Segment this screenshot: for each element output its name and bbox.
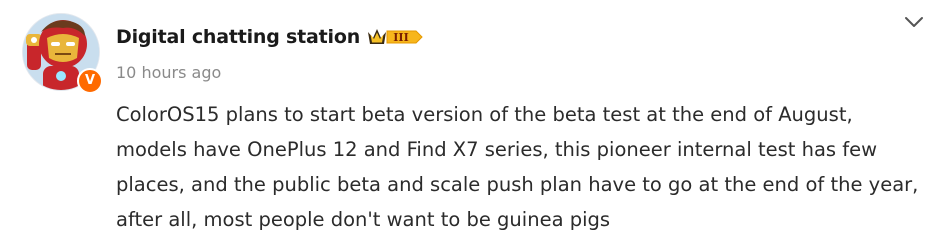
post-content-line: after all, most people don't want to be … xyxy=(116,208,611,231)
post-timestamp: 10 hours ago xyxy=(116,63,222,82)
level-badge: III xyxy=(366,25,424,49)
author-avatar-container[interactable]: V xyxy=(22,13,103,94)
author-name[interactable]: Digital chatting station xyxy=(116,26,360,48)
post-content-line: models have OnePlus 12 and Find X7 serie… xyxy=(116,138,878,161)
post-content: ColorOS15 plans to start beta version of… xyxy=(116,97,936,237)
post-card: V Digital chatting station III 10 hours … xyxy=(0,0,945,248)
chevron-down-icon xyxy=(905,17,923,27)
verified-badge: V xyxy=(77,68,103,94)
post-content-line: ColorOS15 plans to start beta version of… xyxy=(116,103,853,126)
level-badge-label: III xyxy=(393,31,408,44)
more-options-button[interactable] xyxy=(902,10,926,34)
crown-level-icon: III xyxy=(368,29,423,44)
author-row: Digital chatting station III xyxy=(116,22,424,52)
post-content-line: places, and the public beta and scale pu… xyxy=(116,173,919,196)
